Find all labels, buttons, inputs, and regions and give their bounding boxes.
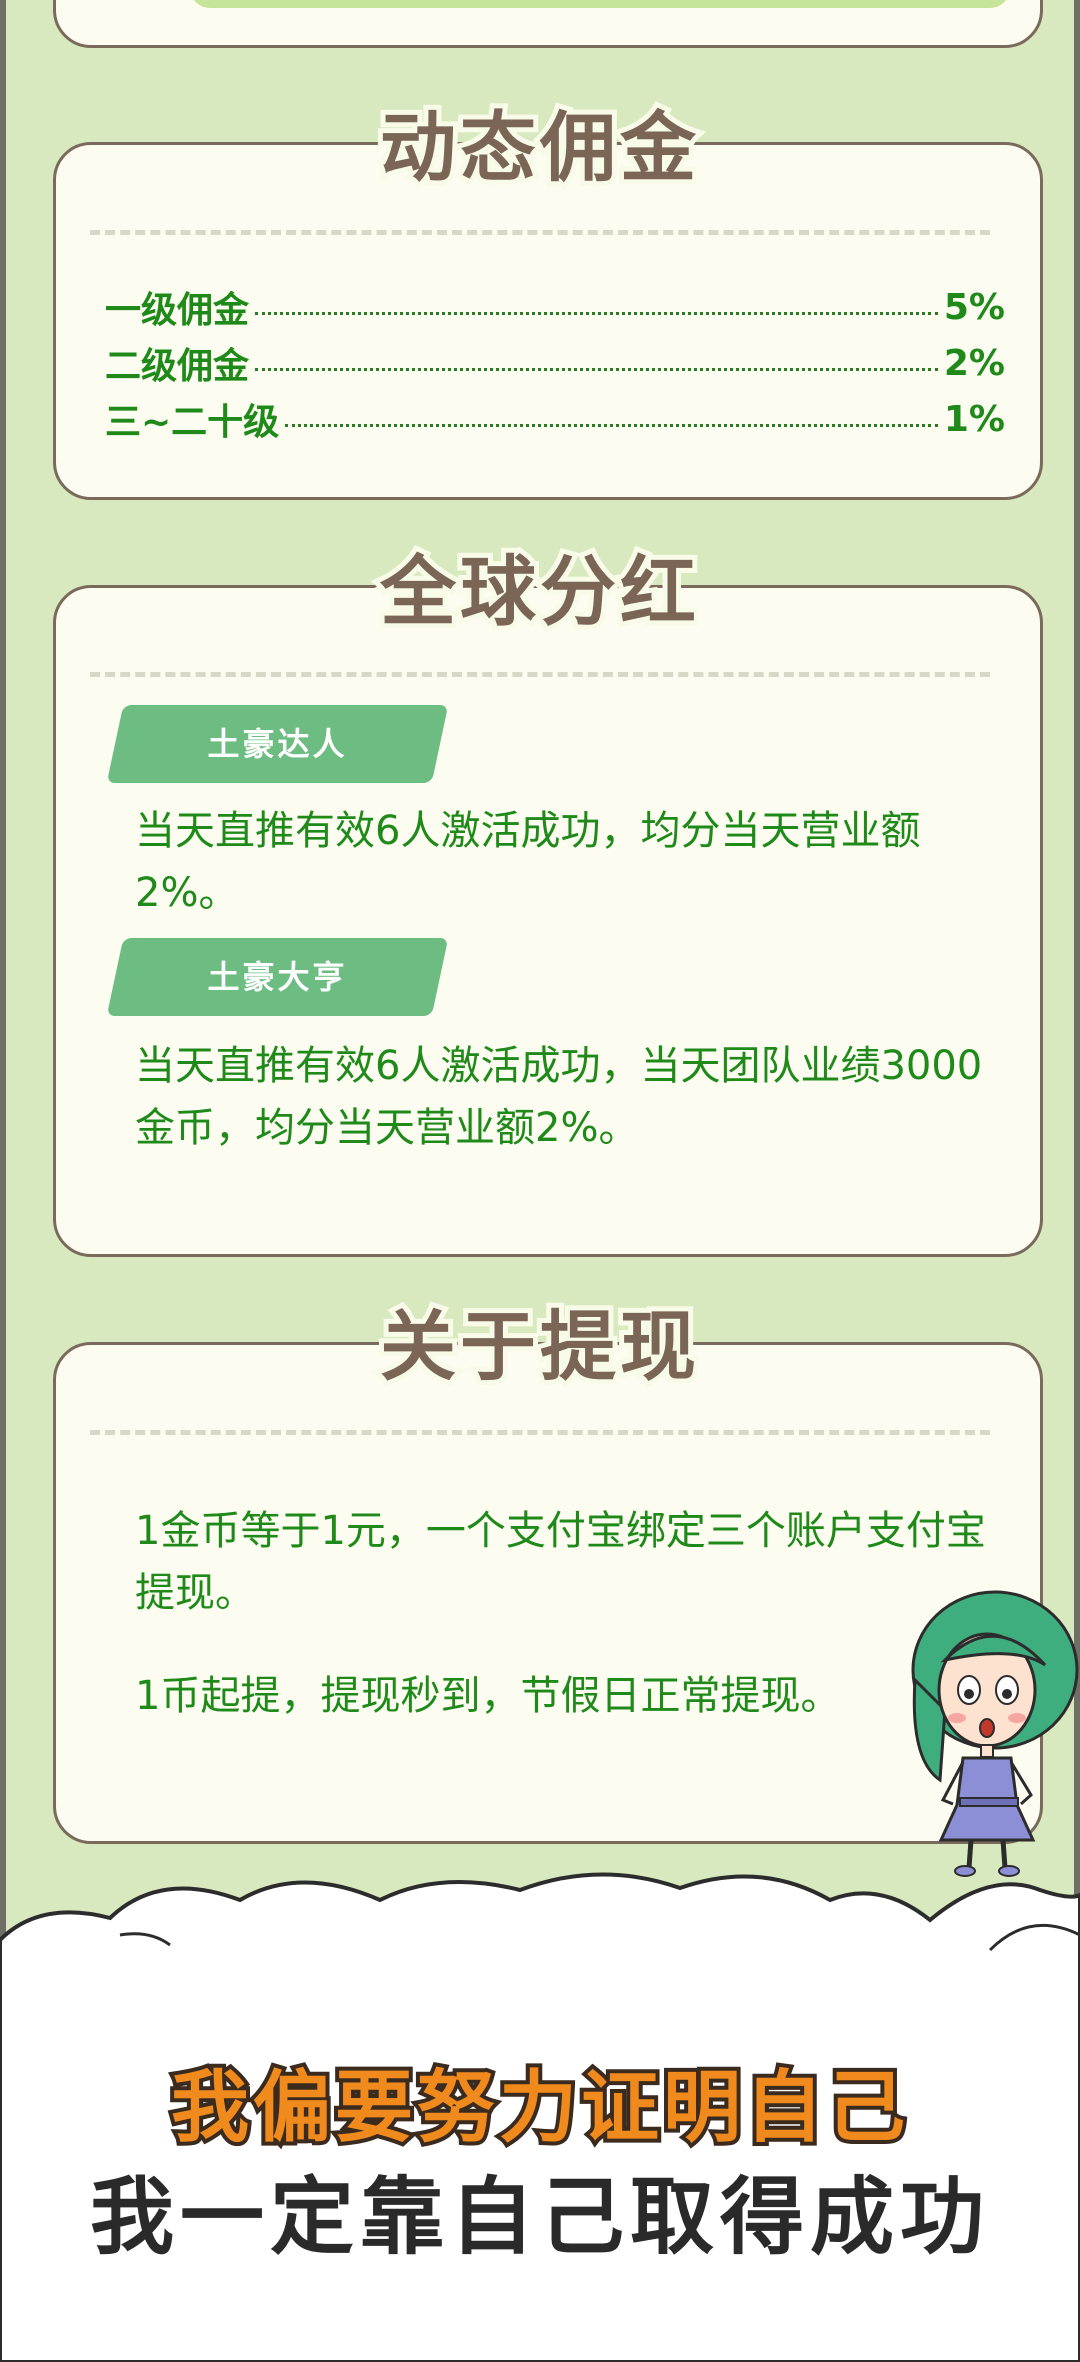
tag-label: 土豪达人: [207, 725, 348, 763]
commission-row-level1: 一级佣金 5%: [105, 281, 1005, 333]
withdrawal-paragraph: 1币起提，提现秒到，节假日正常提现。: [135, 1673, 841, 1719]
tag-label: 土豪大亨: [207, 958, 348, 996]
previous-card-banner: [190, 0, 1010, 8]
global-dividend-title: 全球分红: [375, 542, 701, 641]
tag-tuhao-daheng: 土豪大亨: [106, 938, 449, 1016]
commission-label: 二级佣金: [105, 346, 250, 387]
tag-tuhao-daren: 土豪达人: [106, 705, 449, 783]
commission-value: 5%: [943, 286, 1005, 328]
dividend-description: 当天直推有效6人激活成功，当天团队业绩3000金币，均分当天营业额2%。: [135, 1043, 983, 1151]
dotted-leader: [255, 367, 938, 371]
commission-value: 1%: [943, 398, 1005, 440]
commission-row-level2: 二级佣金 2%: [105, 337, 1005, 389]
commission-row-level3-20: 三~二十级 1%: [105, 393, 1005, 445]
commission-value: 2%: [943, 342, 1005, 384]
withdrawal-title: 关于提现: [375, 1297, 701, 1396]
commission-label: 一级佣金: [105, 290, 250, 331]
cartoon-girl-illustration: [911, 1590, 1079, 1877]
dotted-leader: [285, 423, 938, 427]
commission-label: 三~二十级: [105, 402, 280, 443]
dynamic-commission-title: 动态佣金: [375, 98, 701, 197]
divider: [90, 1430, 990, 1435]
slogan-line-1: 我偏要努力证明自己: [167, 2059, 909, 2157]
divider: [90, 672, 990, 677]
slogan-line-2: 我一定靠自己取得成功: [89, 2168, 990, 2266]
dividend-description: 当天直推有效6人激活成功，均分当天营业额2%。: [135, 808, 921, 916]
withdrawal-paragraph: 1金币等于1元，一个支付宝绑定三个账户支付宝提现。: [135, 1508, 986, 1616]
divider: [90, 230, 990, 235]
dotted-leader: [255, 311, 938, 315]
